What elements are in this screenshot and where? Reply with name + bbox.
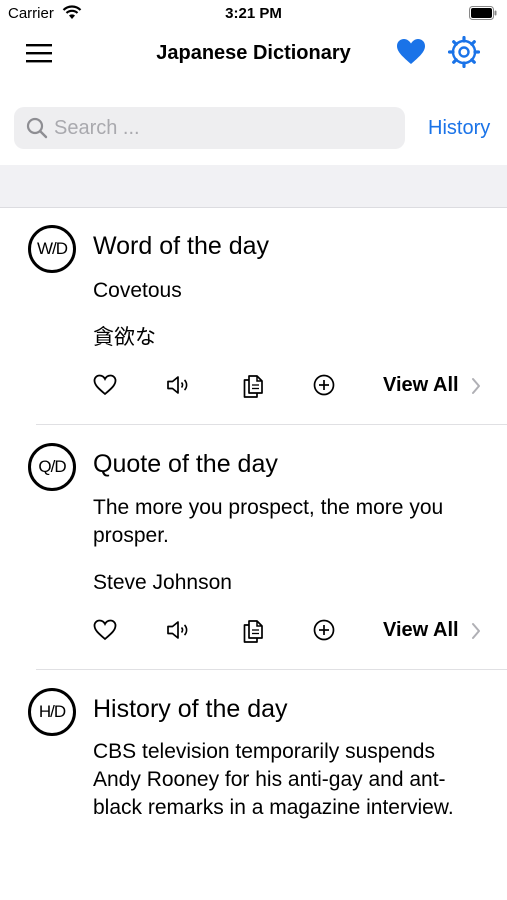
copy-icon[interactable]: [240, 372, 266, 398]
search-icon: [26, 117, 48, 139]
battery-icon: [469, 6, 497, 20]
card-divider: [36, 669, 507, 670]
card-actions: View All: [0, 372, 507, 402]
history-text: CBS television temporarily suspends Andy…: [93, 740, 454, 819]
card-divider: [36, 424, 507, 425]
chevron-right-icon[interactable]: [470, 621, 482, 641]
card-title: History of the day: [93, 695, 288, 723]
add-circle-icon[interactable]: [311, 617, 337, 643]
quote-author: Steve Johnson: [93, 571, 232, 594]
chevron-right-icon[interactable]: [470, 376, 482, 396]
speaker-icon[interactable]: [165, 617, 191, 643]
view-all-link[interactable]: View All: [383, 374, 459, 397]
word-of-day-badge: W/D: [28, 225, 76, 273]
quote-of-day-badge: Q/D: [28, 443, 76, 491]
card-actions: View All: [0, 617, 507, 647]
copy-icon[interactable]: [240, 617, 266, 643]
history-text-clip: CBS television temporarily suspends Andy…: [93, 738, 507, 830]
gear-icon[interactable]: [448, 36, 480, 68]
search-box[interactable]: [14, 107, 405, 149]
history-link[interactable]: History: [428, 117, 490, 140]
page-title: Japanese Dictionary: [156, 42, 351, 64]
quote-text: The more you prospect, the more you pros…: [93, 496, 444, 547]
section-separator: [0, 165, 507, 208]
view-all-link[interactable]: View All: [383, 619, 459, 642]
history-of-day-badge: H/D: [28, 688, 76, 736]
heart-filled-icon[interactable]: [396, 38, 426, 66]
card-title: Quote of the day: [93, 450, 278, 478]
add-circle-icon[interactable]: [311, 372, 337, 398]
word-japanese: 貪欲な: [93, 325, 156, 349]
heart-outline-icon[interactable]: [92, 372, 118, 398]
word-english: Covetous: [93, 279, 182, 302]
heart-outline-icon[interactable]: [92, 617, 118, 643]
card-title: Word of the day: [93, 232, 270, 260]
status-time: 3:21 PM: [225, 5, 282, 22]
navigation-bar: Japanese Dictionary: [0, 28, 507, 78]
search-input[interactable]: [54, 107, 394, 149]
status-bar: Carrier 3:21 PM: [0, 0, 507, 28]
speaker-icon[interactable]: [165, 372, 191, 398]
